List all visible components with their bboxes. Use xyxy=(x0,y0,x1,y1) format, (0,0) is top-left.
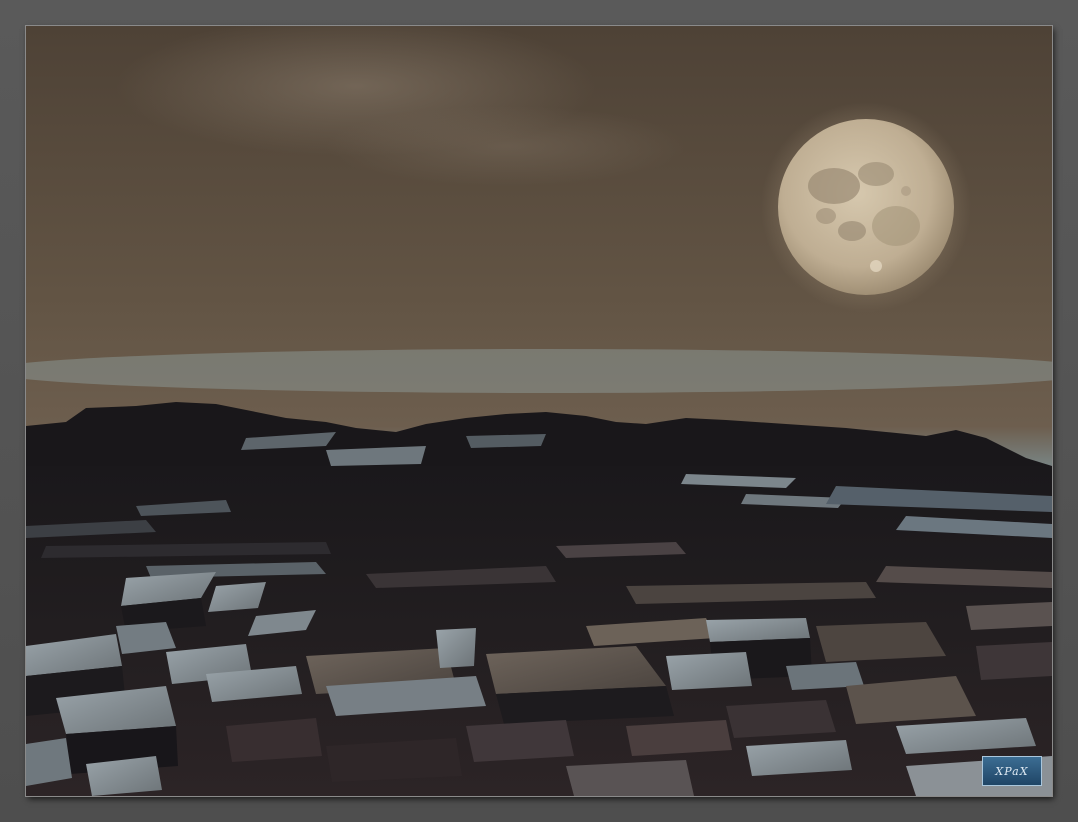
watermark-logo: XPaX xyxy=(982,756,1042,786)
watermark-text: XPaX xyxy=(995,764,1029,778)
landscape-scene xyxy=(26,26,1052,796)
cloud xyxy=(326,106,686,186)
picture-frame: XPaX xyxy=(0,0,1078,822)
moon xyxy=(778,119,954,295)
landscape-photo: XPaX xyxy=(25,25,1053,797)
horizon-haze xyxy=(26,349,1052,393)
